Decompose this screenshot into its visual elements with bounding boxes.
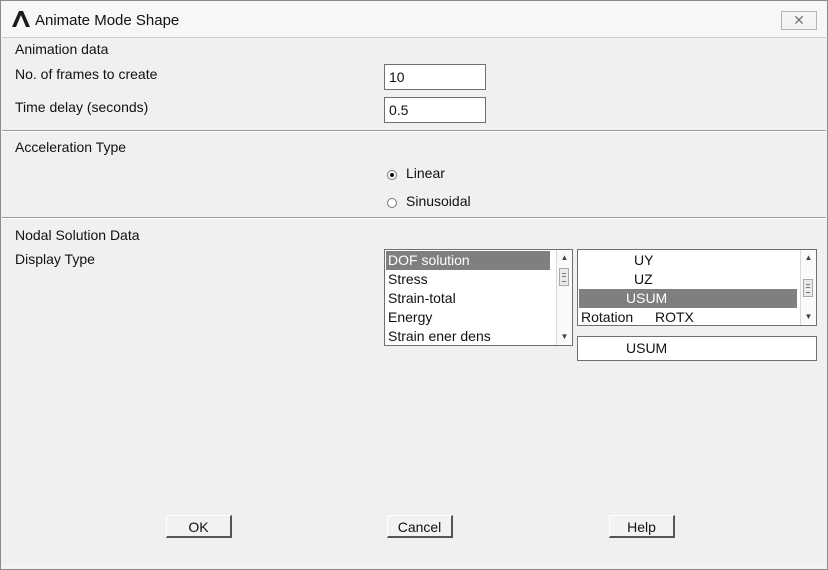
component-name: UY — [634, 252, 654, 268]
scroll-thumb[interactable] — [803, 279, 813, 297]
frames-input[interactable] — [384, 64, 486, 90]
component-name: USUM — [626, 290, 668, 306]
list-item[interactable]: DOF solution — [386, 251, 550, 270]
list-item[interactable]: UZ — [579, 270, 801, 289]
dialog-window: Animate Mode Shape ✕ Animation data No. … — [0, 0, 828, 570]
radio-linear-label: Linear — [406, 165, 445, 181]
scroll-down-arrow-icon[interactable]: ▼ — [557, 330, 572, 344]
list-item[interactable]: Stress — [386, 270, 428, 289]
selected-component-field[interactable]: USUM — [577, 336, 817, 361]
close-icon: ✕ — [793, 12, 805, 28]
section-label-nodal: Nodal Solution Data — [15, 227, 140, 243]
delay-input[interactable] — [384, 97, 486, 123]
ok-button[interactable]: OK — [166, 515, 232, 538]
delay-label: Time delay (seconds) — [15, 99, 149, 115]
scroll-thumb[interactable] — [559, 268, 569, 286]
list-item[interactable]: Strain ener dens — [386, 327, 491, 345]
radio-checked-icon[interactable] — [387, 170, 397, 180]
component-listbox[interactable]: UY UZ USUM Rotation ROTX ▲ ▼ — [577, 249, 817, 326]
component-group-label: Rotation — [581, 309, 634, 325]
radio-unchecked-icon[interactable] — [387, 198, 397, 208]
ansys-logo-icon — [12, 11, 30, 27]
list-item[interactable]: Rotation ROTX — [579, 308, 801, 325]
section-label-acceleration: Acceleration Type — [15, 139, 127, 155]
divider — [2, 130, 826, 132]
list-item[interactable]: UY — [579, 251, 801, 270]
frames-label: No. of frames to create — [15, 66, 158, 82]
scroll-up-arrow-icon[interactable]: ▲ — [801, 251, 816, 265]
scroll-up-arrow-icon[interactable]: ▲ — [557, 251, 572, 265]
radio-sinusoidal-label: Sinusoidal — [406, 193, 471, 209]
close-button[interactable]: ✕ — [781, 11, 817, 30]
scroll-down-arrow-icon[interactable]: ▼ — [801, 310, 816, 324]
list-item[interactable]: USUM — [579, 289, 797, 308]
dialog-content: Animation data No. of frames to create T… — [2, 37, 826, 564]
right-list-scrollbar[interactable]: ▲ ▼ — [800, 250, 816, 325]
list-item[interactable]: Strain-total — [386, 289, 456, 308]
divider — [2, 217, 826, 219]
component-name: UZ — [634, 271, 653, 287]
title-bar[interactable]: Animate Mode Shape ✕ — [1, 1, 827, 37]
left-list-scrollbar[interactable]: ▲ ▼ — [556, 250, 572, 345]
cancel-button[interactable]: Cancel — [387, 515, 453, 538]
section-label-animation: Animation data — [15, 41, 109, 57]
display-type-label: Display Type — [15, 251, 95, 267]
list-item[interactable]: Energy — [386, 308, 432, 327]
help-button[interactable]: Help — [609, 515, 675, 538]
component-name: ROTX — [655, 309, 694, 325]
display-type-listbox[interactable]: DOF solution Stress Strain-total Energy … — [384, 249, 573, 346]
window-title: Animate Mode Shape — [35, 12, 180, 29]
